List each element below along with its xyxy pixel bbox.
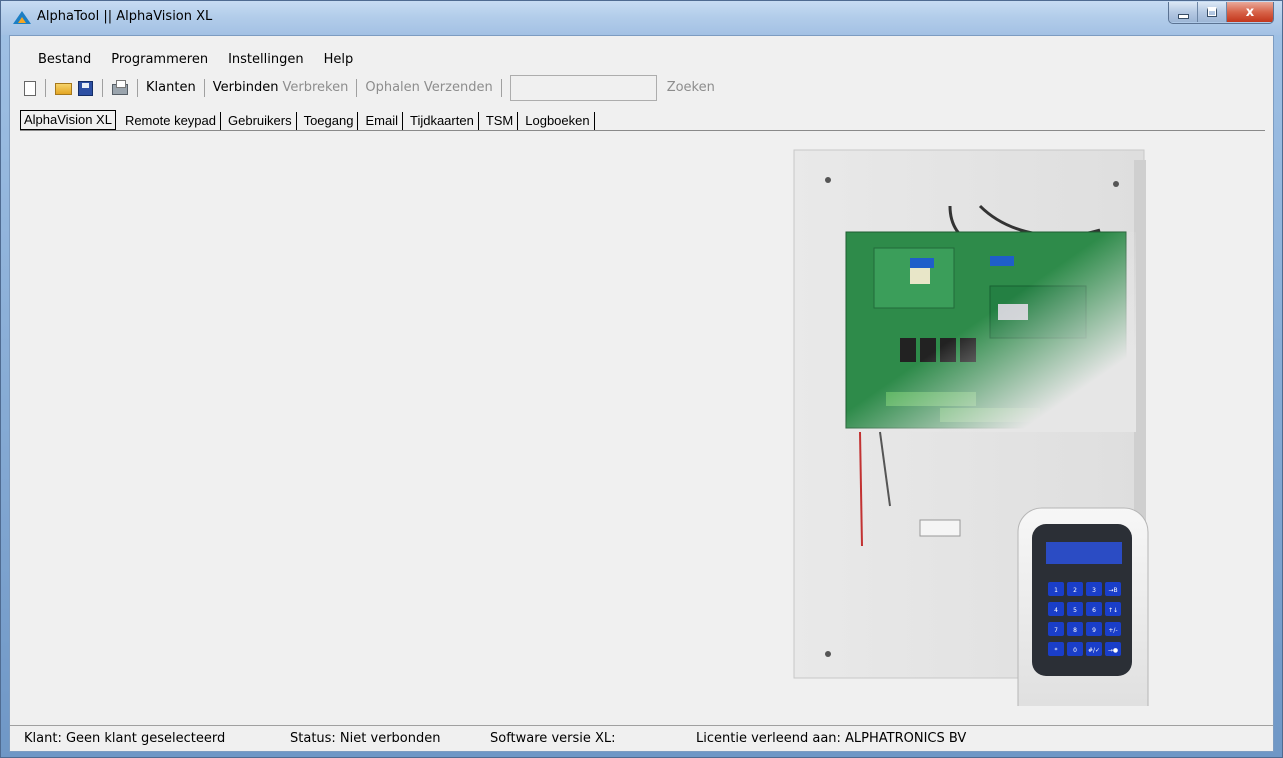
print-icon[interactable] [112, 80, 128, 95]
menu-programmeren[interactable]: Programmeren [101, 48, 218, 72]
menu-help[interactable]: Help [314, 48, 364, 72]
toolbar-separator [203, 79, 205, 97]
verbinden-button[interactable]: Verbinden [211, 78, 281, 98]
maximize-icon [1207, 7, 1217, 17]
keypad-key-label: * [1055, 647, 1058, 654]
tab-remote-keypad[interactable]: Remote keypad [121, 112, 221, 130]
board-fade [846, 232, 1136, 432]
new-file-icon[interactable] [24, 80, 36, 96]
status-license: Licentie verleend aan: ALPHATRONICS BV [696, 731, 967, 746]
keypad-key-label: 0 [1073, 647, 1077, 654]
open-folder-icon[interactable] [55, 83, 72, 95]
window-controls: x [1168, 2, 1274, 24]
menu-bar: Bestand Programmeren Instellingen Help [10, 48, 363, 72]
keypad-key-label: 9 [1092, 627, 1096, 634]
keypad-key-label: →B [1108, 587, 1117, 594]
minimize-button[interactable] [1169, 2, 1198, 22]
tab-email[interactable]: Email [361, 112, 403, 130]
tab-alphavision-xl[interactable]: AlphaVision XL [20, 110, 116, 130]
keypad-key-label: →● [1108, 647, 1118, 654]
keypad-key-label: +/- [1108, 627, 1117, 634]
toolbar-separator [500, 79, 502, 97]
toolbar-separator [45, 79, 46, 97]
menu-bestand[interactable]: Bestand [28, 48, 101, 72]
toolbar-separator [137, 79, 138, 97]
keypad-lcd [1046, 542, 1122, 564]
zoeken-button[interactable]: Zoeken [665, 78, 717, 98]
tab-strip: AlphaVision XL Remote keypad Gebruikers … [20, 108, 598, 130]
minimize-icon [1177, 13, 1189, 19]
ophalen-button[interactable]: Ophalen [363, 78, 422, 98]
title-bar[interactable]: AlphaTool || AlphaVision XL x [1, 1, 1282, 35]
keypad-key-label: 3 [1092, 587, 1096, 594]
keypad-key-label: 2 [1073, 587, 1077, 594]
alphavision-xl-product-image: 1 2 3 →B 4 5 6 ↑↓ 7 8 9 +/- * 0 #/✓ →● [793, 149, 1149, 706]
status-software-version: Software versie XL: [490, 731, 616, 746]
application-window: AlphaTool || AlphaVision XL x Bestand Pr… [0, 0, 1283, 758]
search-input[interactable] [509, 75, 657, 101]
keypad-key-label: 5 [1073, 607, 1077, 614]
status-klant: Klant: Geen klant geselecteerd [24, 731, 226, 746]
keypad-key-label: 8 [1073, 627, 1077, 634]
tab-tsm[interactable]: TSM [482, 112, 519, 130]
status-connection: Status: Niet verbonden [290, 731, 441, 746]
keypad-key-label: 4 [1054, 607, 1058, 614]
keypad-key-label: #/✓ [1088, 647, 1100, 654]
close-button[interactable]: x [1227, 2, 1273, 22]
tab-tijdkaarten[interactable]: Tijdkaarten [406, 112, 479, 130]
window-title: AlphaTool || AlphaVision XL [37, 9, 213, 24]
save-disk-icon[interactable] [78, 80, 93, 96]
tab-logboeken[interactable]: Logboeken [521, 112, 595, 130]
verbreken-button[interactable]: Verbreken [281, 78, 351, 98]
verzenden-button[interactable]: Verzenden [422, 78, 495, 98]
client-area: Bestand Programmeren Instellingen Help K… [9, 35, 1274, 752]
toolbar-separator [102, 79, 103, 97]
tab-gebruikers[interactable]: Gebruikers [224, 112, 297, 130]
app-logo-icon [13, 11, 31, 24]
maximize-button[interactable] [1198, 2, 1227, 22]
tab-toegang[interactable]: Toegang [300, 112, 359, 130]
menu-instellingen[interactable]: Instellingen [218, 48, 314, 72]
toolbar-separator [356, 79, 358, 97]
tab-underline [20, 130, 1265, 131]
keypad-key-label: ↑↓ [1108, 607, 1118, 614]
klanten-button[interactable]: Klanten [144, 78, 198, 98]
keypad-key-label: 1 [1054, 587, 1058, 594]
keypad-key-label: 6 [1092, 607, 1096, 614]
toolbar: Klanten Verbinden Verbreken Ophalen Verz… [20, 75, 717, 101]
status-bar: Klant: Geen klant geselecteerd Status: N… [10, 725, 1273, 751]
close-icon: x [1245, 4, 1255, 20]
keypad-key-label: 7 [1054, 627, 1058, 634]
